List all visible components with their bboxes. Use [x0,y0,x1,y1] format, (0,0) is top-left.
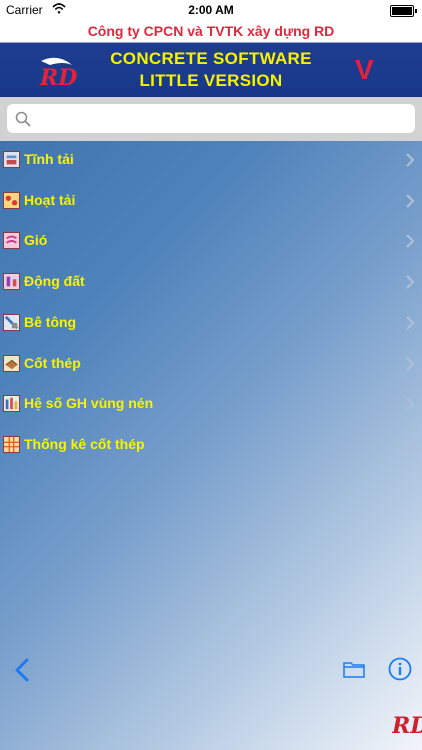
compression-zone-icon [3,395,20,412]
menu-item-rebar[interactable]: Cốt thép [0,345,422,385]
menu-item-live-load[interactable]: Hoạt tải [0,182,422,222]
menu-item-label: Động đất [24,273,85,289]
dead-load-icon [3,151,20,168]
menu-item-dead-load[interactable]: Tĩnh tải [0,141,422,181]
status-bar: Carrier 2:00 AM [0,0,422,20]
chevron-right-icon [406,357,415,371]
folder-icon[interactable] [343,660,365,678]
menu-item-wind[interactable]: Gió [0,222,422,262]
menu-item-label: Gió [24,232,48,248]
chevron-right-icon [406,153,415,167]
menu-item-label: Hoạt tải [24,192,76,208]
concrete-icon [3,314,20,331]
version-mark: V [355,54,374,85]
clock: 2:00 AM [188,3,234,17]
search-input[interactable] [37,107,411,131]
info-icon[interactable] [388,657,412,681]
menu-item-label: Bê tông [24,314,77,330]
chevron-right-icon [406,234,415,248]
app-banner: Công ty CPCN và TVTK xây dựng RD RD CONC… [0,20,422,116]
search-field[interactable] [7,104,415,133]
chevron-right-icon [406,397,415,411]
chevron-right-icon [406,194,415,208]
menu-item-label: Cốt thép [24,355,81,371]
menu-item-rebar-statistics[interactable]: Thống kê cốt thép [0,426,422,466]
chevron-right-icon [406,275,415,289]
menu-item-label: Hệ số GH vùng nén [24,395,154,411]
rd-footer-logo-icon: RD [392,713,422,739]
live-load-icon [3,192,20,209]
bottom-toolbar [0,650,422,690]
rebar-icon [3,355,20,372]
company-name: Công ty CPCN và TVTK xây dựng RD [87,23,335,39]
rebar-statistics-icon [3,436,20,453]
search-bar [0,97,422,141]
menu-item-concrete[interactable]: Bê tông [0,304,422,344]
search-icon [15,111,31,127]
battery-icon [390,5,417,17]
menu-item-earthquake[interactable]: Động đất [0,263,422,303]
menu-item-compression-zone[interactable]: Hệ số GH vùng nén [0,385,422,425]
svg-text:RD: RD [392,713,422,739]
menu-item-label: Tĩnh tải [24,151,74,167]
back-chevron-icon[interactable] [14,658,30,682]
wind-icon [3,232,20,249]
menu-item-label: Thống kê cốt thép [24,436,145,452]
chevron-right-icon [406,438,415,452]
chevron-right-icon [406,316,415,330]
earthquake-icon [3,273,20,290]
